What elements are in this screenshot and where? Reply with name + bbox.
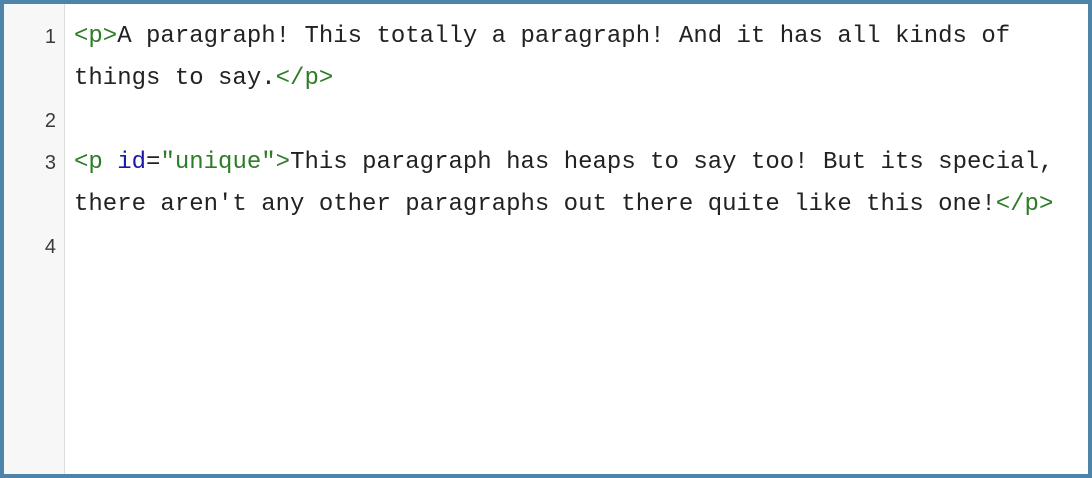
- code-editor[interactable]: 1 <p>A paragraph! This totally a paragra…: [4, 4, 1088, 474]
- line-number: 1: [44, 26, 56, 48]
- html-close-tag: </p>: [995, 191, 1054, 218]
- line-number: 4: [44, 236, 56, 258]
- paragraph-text: A paragraph! This totally a paragraph! A…: [74, 23, 1025, 92]
- empty-code-line[interactable]: [74, 100, 1054, 142]
- html-open-tag: <p>: [74, 23, 118, 50]
- code-text[interactable]: <p>A paragraph! This totally a paragraph…: [74, 16, 1054, 100]
- code-lines: 1 <p>A paragraph! This totally a paragra…: [4, 16, 1088, 268]
- code-line-2: 2: [4, 100, 1088, 142]
- line-number: 3: [44, 152, 56, 174]
- attribute-equals: =: [146, 149, 161, 176]
- empty-code-line[interactable]: [74, 226, 1054, 268]
- attribute-name: id: [117, 149, 147, 176]
- code-line-3: 3 <p id="unique">This paragraph has heap…: [4, 142, 1088, 226]
- tag-space: [103, 149, 117, 176]
- code-line-1: 1 <p>A paragraph! This totally a paragra…: [4, 16, 1088, 100]
- html-open-tag-start: <p: [74, 149, 103, 176]
- code-text[interactable]: <p id="unique">This paragraph has heaps …: [74, 142, 1054, 226]
- code-line-4: 4: [4, 226, 1088, 268]
- html-open-tag-end: >: [275, 149, 291, 176]
- html-close-tag: </p>: [275, 65, 334, 92]
- attribute-value: "unique": [160, 149, 276, 176]
- line-number: 2: [44, 110, 56, 132]
